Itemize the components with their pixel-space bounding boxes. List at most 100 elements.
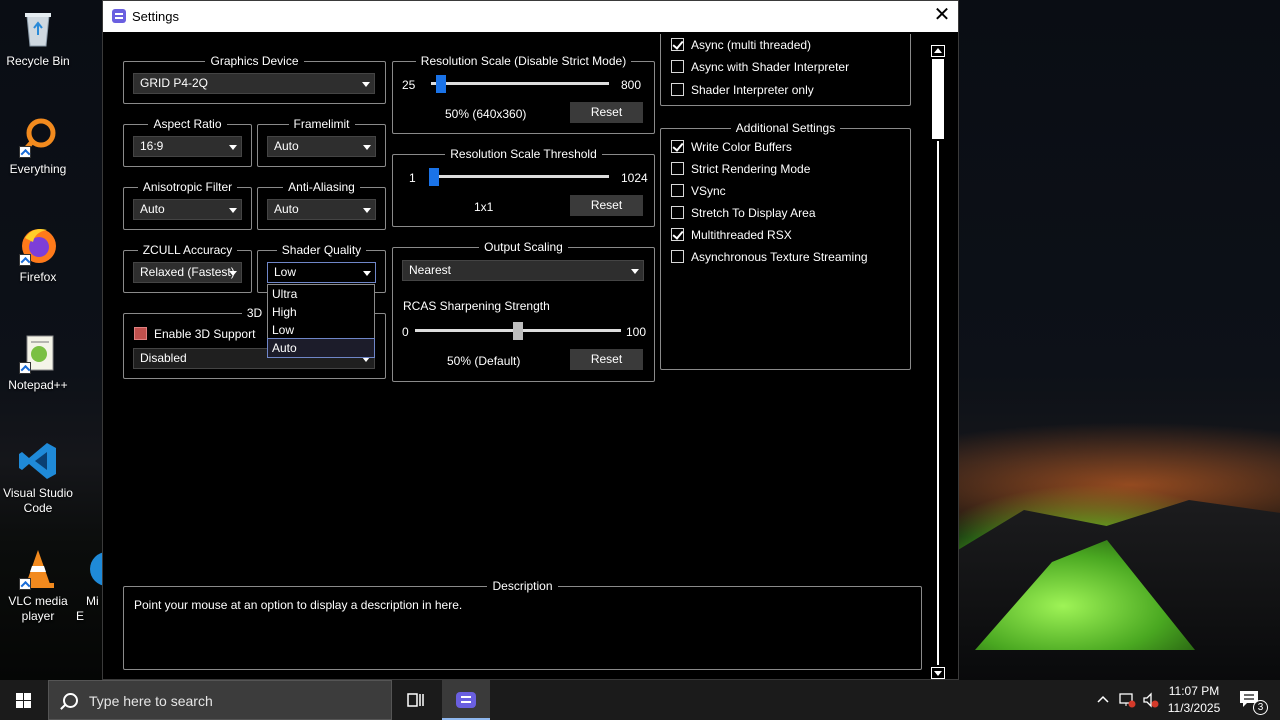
checkbox[interactable] (671, 60, 684, 73)
slider-max-label: 1024 (621, 171, 648, 185)
select-value: Nearest (409, 263, 452, 277)
checkbox[interactable] (671, 228, 684, 241)
checkbox[interactable] (671, 83, 684, 96)
dropdown-option-auto[interactable]: Auto (267, 338, 375, 358)
dropdown-option-ultra[interactable]: Ultra (268, 285, 374, 303)
clock-date: 11/3/2025 (1167, 701, 1221, 715)
rcas-label: RCAS Sharpening Strength (403, 299, 550, 313)
group-title: Description (487, 579, 558, 593)
rcas-reset-button[interactable]: Reset (570, 349, 643, 370)
desktop-icon-recycle-bin[interactable]: Recycle Bin (0, 8, 76, 69)
select-value: GRID P4-2Q (140, 76, 209, 90)
aspect-ratio-select[interactable]: 16:9 (133, 136, 242, 157)
desktop-icon-vscode[interactable]: Visual Studio Code (0, 440, 76, 516)
group-title: Shader Quality (276, 243, 367, 257)
checkbox-label: Write Color Buffers (691, 140, 792, 154)
anisotropic-filter-group: Anisotropic Filter Auto (123, 180, 252, 230)
chevron-down-icon (631, 269, 639, 274)
slider-min-label: 0 (402, 325, 409, 339)
group-title: Resolution Scale Threshold (445, 147, 602, 161)
slider-max-label: 800 (621, 78, 642, 92)
clock[interactable]: 11:07 PM 11/3/2025 (1164, 680, 1224, 720)
anti-aliasing-select[interactable]: Auto (267, 199, 376, 220)
graphics-device-select[interactable]: GRID P4-2Q (133, 73, 375, 94)
notification-center-button[interactable]: 3 (1232, 680, 1272, 720)
checkbox-label: VSync (691, 184, 726, 198)
checkbox-label: Shader Interpreter only (691, 83, 814, 97)
taskbar-search-box[interactable]: Type here to search (48, 680, 392, 720)
resolution-scale-value: 50% (640x360) (445, 107, 527, 121)
chevron-down-icon (363, 208, 371, 213)
shader-mode-group: Async (multi threaded) Async with Shader… (660, 34, 911, 106)
chevron-down-icon (363, 271, 371, 276)
resolution-scale-reset-button[interactable]: Reset (570, 102, 643, 123)
checkbox[interactable] (671, 184, 684, 197)
description-text: Point your mouse at an option to display… (134, 598, 463, 612)
select-value: Auto (274, 139, 299, 153)
checkbox-label: Stretch To Display Area (691, 206, 816, 220)
resolution-threshold-reset-button[interactable]: Reset (570, 195, 643, 216)
start-button[interactable] (0, 680, 48, 720)
checkbox-label: Async (multi threaded) (691, 38, 812, 52)
group-title: Anti-Aliasing (283, 180, 360, 194)
resolution-scale-track[interactable] (431, 82, 609, 85)
task-view-button[interactable] (392, 680, 440, 720)
vertical-scrollbar[interactable] (930, 45, 947, 679)
select-value: Low (274, 265, 297, 279)
resolution-scale-slider-thumb[interactable] (436, 75, 447, 93)
resolution-scale-group: Resolution Scale (Disable Strict Mode) 2… (392, 54, 655, 134)
search-icon (63, 693, 78, 708)
rcas-slider-thumb[interactable] (513, 322, 523, 340)
taskbar-app-settings[interactable] (442, 680, 490, 720)
checkbox[interactable] (671, 38, 684, 51)
zcull-accuracy-select[interactable]: Relaxed (Fastest) (133, 262, 242, 283)
group-title: Graphics Device (205, 54, 304, 68)
checkbox[interactable] (671, 250, 684, 263)
search-placeholder: Type here to search (89, 693, 213, 709)
chevron-up-icon (1097, 695, 1109, 703)
dropdown-option-high[interactable]: High (268, 303, 374, 321)
checkbox[interactable] (671, 162, 684, 175)
window-titlebar[interactable]: Settings ✕ (103, 1, 958, 32)
recycle-bin-icon (17, 8, 59, 50)
output-scaling-select[interactable]: Nearest (402, 260, 644, 281)
desktop-icon-everything[interactable]: Everything (0, 116, 76, 177)
resolution-threshold-track[interactable] (429, 175, 609, 178)
select-value: Auto (140, 202, 165, 216)
show-hidden-icons-button[interactable] (1094, 680, 1112, 720)
graphics-device-group: Graphics Device GRID P4-2Q (123, 54, 386, 104)
vscode-icon (17, 440, 59, 482)
additional-settings-group: Additional Settings Write Color Buffers … (660, 121, 911, 370)
checkbox[interactable] (671, 140, 684, 153)
group-title: Framelimit (288, 117, 355, 131)
desktop-icon-label: VLC media player (8, 594, 68, 623)
checkbox-label: Async with Shader Interpreter (691, 60, 850, 74)
desktop-icon-notepadpp[interactable]: Notepad++ (0, 332, 76, 393)
scrollbar-thumb[interactable] (932, 59, 944, 139)
dropdown-option-low[interactable]: Low (268, 321, 374, 339)
volume-button[interactable] (1140, 680, 1162, 720)
desktop-icon-vlc[interactable]: VLC media player (0, 548, 76, 624)
group-title: Aspect Ratio (148, 117, 227, 131)
chevron-down-icon (229, 271, 237, 276)
scroll-up-button[interactable] (931, 45, 945, 57)
chevron-down-icon (363, 145, 371, 150)
select-value: 16:9 (140, 139, 164, 153)
notepad-plus-plus-icon (17, 332, 59, 374)
shader-quality-select[interactable]: Low (267, 262, 376, 283)
desktop-icon-firefox[interactable]: Firefox (0, 224, 76, 285)
scroll-down-button[interactable] (931, 667, 945, 679)
resolution-threshold-slider-thumb[interactable] (429, 168, 439, 186)
network-status[interactable] (1116, 680, 1138, 720)
select-value: Relaxed (Fastest) (140, 265, 235, 279)
anisotropic-filter-select[interactable]: Auto (133, 199, 242, 220)
enable-3d-checkbox[interactable] (134, 327, 147, 340)
shader-quality-dropdown-list[interactable]: Ultra High Low Auto (267, 284, 375, 358)
framelimit-select[interactable]: Auto (267, 136, 376, 157)
checkbox[interactable] (671, 206, 684, 219)
chevron-down-icon (229, 145, 237, 150)
group-title: Additional Settings (730, 121, 841, 135)
anti-aliasing-group: Anti-Aliasing Auto (257, 180, 386, 230)
close-button[interactable]: ✕ (926, 1, 958, 32)
scrollbar-track[interactable] (937, 141, 939, 665)
